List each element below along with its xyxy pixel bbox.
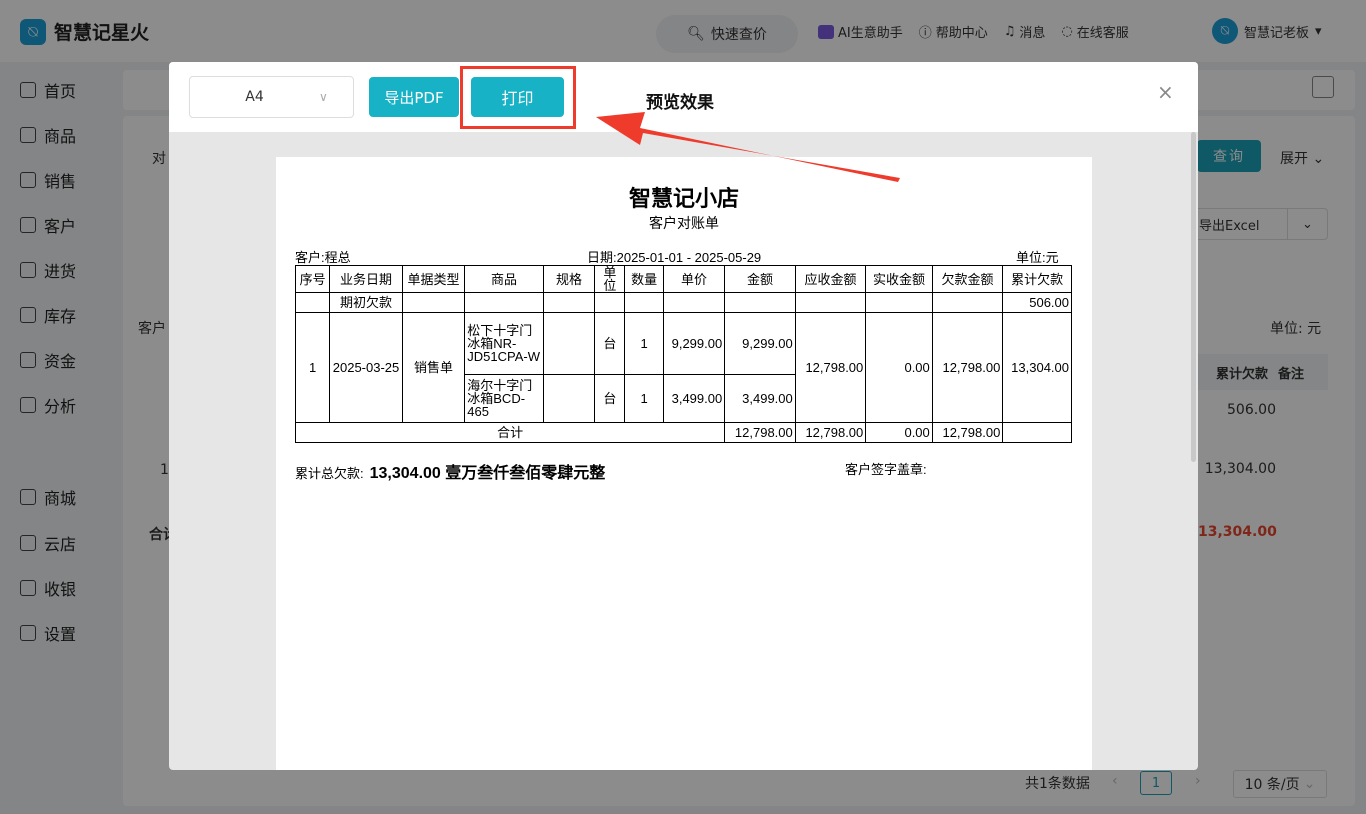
table-row: 1 2025-03-25 销售单 松下十字门冰箱NR-JD51CPA-W 台 1… [294,312,1072,423]
product-name: 海尔十字门冰箱BCD-465 [464,374,544,423]
received-amount: 0.00 [865,312,933,423]
row-number: 1 [294,312,331,423]
table-cell [1002,422,1072,443]
table-total-row: 合计 12,798.00 12,798.00 0.00 12,798.00 [294,422,1072,443]
table-cell [401,292,466,313]
dialog-header: A4 ∨ 导出PDF 打印 预览效果 × [169,62,1198,132]
print-button[interactable]: 打印 [471,77,564,117]
table-cell [542,312,596,375]
table-header-row: 序号 业务日期 单据类型 商品 规格 单位 数量 单价 金额 应收金额 实收金额… [294,265,1072,293]
paper-size-value: A4 [245,89,264,105]
table-cell [931,292,1004,313]
column-header: 累计欠款 [1002,265,1072,293]
table-cell [794,292,867,313]
receivable-amount: 12,798.00 [794,312,867,423]
column-header: 应收金额 [794,265,867,293]
customer-name: 客户:程总 [295,250,351,265]
date-range: 日期:2025-01-01 - 2025-05-29 [587,250,762,265]
column-header: 商品 [464,265,544,293]
preview-label: 预览效果 [646,93,714,113]
total-label: 合计 [294,422,726,443]
owed-amount: 12,798.00 [931,312,1004,423]
total-debt-label: 累计总欠款: [295,466,364,481]
column-header: 单据类型 [401,265,466,293]
shop-name: 智慧记小店 [628,186,739,211]
table-cell [624,292,664,313]
signature-label: 客户签字盖章: [845,462,927,477]
item-price: 3,499.00 [662,374,726,423]
column-header: 序号 [294,265,331,293]
table-cell [724,292,796,313]
table-row: 期初欠款 506.00 [294,292,1072,313]
item-amount: 9,299.00 [724,312,796,375]
opening-cumulative: 506.00 [1002,292,1072,313]
table-cell [464,292,544,313]
item-qty: 1 [624,312,664,375]
document-type: 销售单 [401,312,466,423]
item-amount: 3,499.00 [724,374,796,423]
statement-table: 序号 业务日期 单据类型 商品 规格 单位 数量 单价 金额 应收金额 实收金额… [294,265,1072,443]
paper-size-select[interactable]: A4 ∨ [189,76,354,118]
column-header: 规格 [542,265,596,293]
table-cell [294,292,331,313]
total-receivable: 12,798.00 [794,422,867,443]
table-cell [865,292,933,313]
cumulative-amount: 13,304.00 [1002,312,1072,423]
total-debt-value: 13,304.00 壹万叁仟叁佰零肆元整 [369,465,606,482]
print-preview-dialog: A4 ∨ 导出PDF 打印 预览效果 × 智慧记小店 客户对账单 客户:程总 日… [169,62,1198,770]
export-pdf-button[interactable]: 导出PDF [369,77,459,117]
product-name: 松下十字门冰箱NR-JD51CPA-W [464,312,544,375]
total-owed: 12,798.00 [931,422,1004,443]
column-header: 实收金额 [865,265,933,293]
total-received: 0.00 [865,422,933,443]
scrollbar[interactable] [1191,132,1196,462]
item-qty: 1 [624,374,664,423]
item-unit: 台 [594,374,626,423]
table-cell [542,292,596,313]
document-title: 客户对账单 [649,215,719,231]
close-icon[interactable]: × [1157,80,1174,104]
opening-balance-label: 期初欠款 [329,292,403,313]
chevron-down-icon: ∨ [319,90,328,104]
column-header: 业务日期 [329,265,403,293]
total-amount: 12,798.00 [724,422,796,443]
business-date: 2025-03-25 [329,312,403,423]
column-header: 单价 [662,265,726,293]
column-header: 数量 [624,265,664,293]
table-cell [542,374,596,423]
item-unit: 台 [594,312,626,375]
column-header: 单位 [594,265,626,293]
table-cell [594,292,626,313]
total-debt: 累计总欠款: 13,304.00 壹万叁仟叁佰零肆元整 [295,459,605,483]
statement-paper: 智慧记小店 客户对账单 客户:程总 日期:2025-01-01 - 2025-0… [276,157,1092,770]
unit-label: 单位:元 [1016,250,1059,265]
item-price: 9,299.00 [662,312,726,375]
table-cell [662,292,726,313]
column-header: 欠款金额 [931,265,1004,293]
column-header: 金额 [724,265,796,293]
